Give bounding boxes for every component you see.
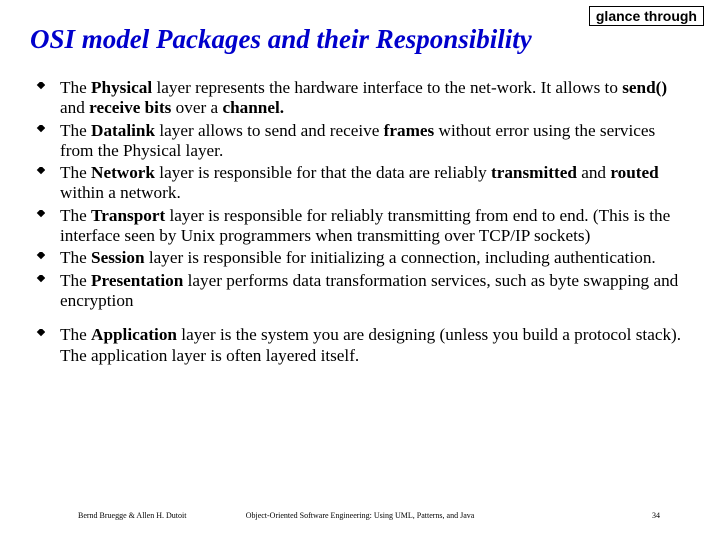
bullet-text: The Physical layer represents the hardwa…	[60, 78, 690, 119]
slide-body: The Physical layer represents the hardwa…	[34, 78, 690, 368]
diamond-bullet-icon	[34, 248, 60, 268]
diamond-bullet-icon	[34, 325, 60, 366]
diamond-bullet-icon	[34, 121, 60, 162]
bullet-text: The Datalink layer allows to send and re…	[60, 121, 690, 162]
diamond-bullet-icon	[34, 271, 60, 312]
bullet-text: The Application layer is the system you …	[60, 325, 690, 366]
page-number: 34	[652, 511, 660, 520]
list-item: The Session layer is responsible for ini…	[34, 248, 690, 268]
diamond-bullet-icon	[34, 163, 60, 204]
bullet-text: The Transport layer is responsible for r…	[60, 206, 690, 247]
corner-tag: glance through	[589, 6, 704, 26]
slide: glance through OSI model Packages and th…	[0, 0, 720, 540]
diamond-bullet-icon	[34, 206, 60, 247]
list-item: The Datalink layer allows to send and re…	[34, 121, 690, 162]
footer-author: Bernd Bruegge & Allen H. Dutoit	[78, 511, 186, 520]
list-item: The Application layer is the system you …	[34, 325, 690, 366]
diamond-bullet-icon	[34, 78, 60, 119]
list-item: The Physical layer represents the hardwa…	[34, 78, 690, 119]
bullet-text: The Network layer is responsible for tha…	[60, 163, 690, 204]
bullet-text: The Presentation layer performs data tra…	[60, 271, 690, 312]
slide-title: OSI model Packages and their Responsibil…	[30, 24, 532, 55]
bullet-text: The Session layer is responsible for ini…	[60, 248, 690, 268]
list-item: The Transport layer is responsible for r…	[34, 206, 690, 247]
list-item: The Presentation layer performs data tra…	[34, 271, 690, 312]
slide-footer: Bernd Bruegge & Allen H. Dutoit Object-O…	[0, 511, 720, 520]
list-item: The Network layer is responsible for tha…	[34, 163, 690, 204]
